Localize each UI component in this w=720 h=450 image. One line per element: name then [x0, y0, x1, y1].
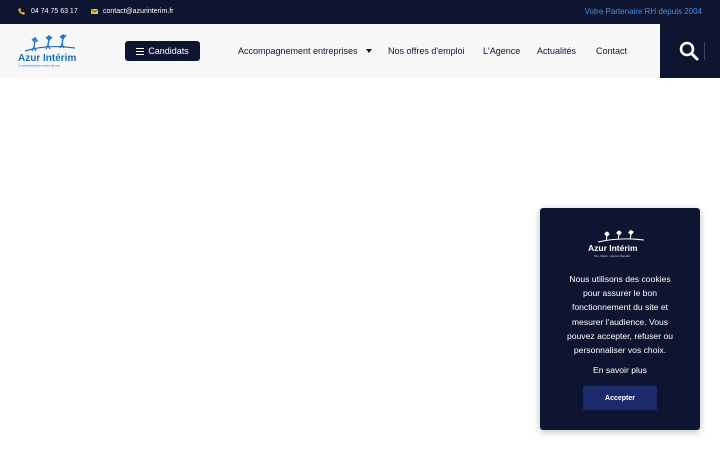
- nav-offres-emploi[interactable]: Nos offres d'emploi: [388, 46, 465, 56]
- cookie-accept-button[interactable]: Accepter: [583, 386, 657, 410]
- cookie-logo-slogan: RH • Intérim • Agence Marseille: [594, 254, 631, 258]
- cookie-logo-name: Azur Intérim: [588, 243, 638, 253]
- phone-contact[interactable]: 04 74 75 63 17: [18, 8, 78, 15]
- cookie-logo-icon: Azur Intérim RH • Intérim • Agence Marse…: [588, 230, 645, 258]
- nav-accompagnement-entreprises[interactable]: Accompagnement entreprises: [238, 46, 373, 56]
- jumping-figures-logo-icon: Azur Intérim Le travail temporaire proch…: [18, 34, 76, 68]
- email-address[interactable]: contact@azurinterim.fr: [103, 8, 174, 15]
- site-logo[interactable]: Azur Intérim Le travail temporaire proch…: [17, 34, 81, 68]
- logo-name: Azur Intérim: [18, 53, 76, 64]
- nav-agence[interactable]: L'Agence: [483, 46, 520, 56]
- nav-contact[interactable]: Contact: [596, 46, 627, 56]
- search-icon: [679, 41, 699, 61]
- phone-icon: [18, 8, 25, 15]
- main-navigation: Azur Intérim Le travail temporaire proch…: [0, 24, 720, 78]
- cookie-message: Nous utilisons des cookies pour assurer …: [566, 274, 674, 356]
- search-button[interactable]: [660, 24, 720, 78]
- caret-down-icon: [366, 49, 373, 53]
- logo-slogan: Le travail temporaire proche de vous: [18, 64, 61, 68]
- nav-accompagnement-label: Accompagnement entreprises: [238, 46, 358, 56]
- candidats-menu-button[interactable]: Candidats: [125, 41, 200, 61]
- envelope-icon: [91, 9, 98, 14]
- email-contact[interactable]: contact@azurinterim.fr: [91, 8, 174, 15]
- tagline: Votre Partenaire RH depuis 2004: [584, 7, 702, 16]
- candidats-label: Candidats: [148, 46, 189, 56]
- cookie-learn-more-link[interactable]: En savoir plus: [540, 365, 700, 375]
- cookie-consent-banner: Azur Intérim RH • Intérim • Agence Marse…: [540, 208, 700, 430]
- search-divider: [704, 42, 705, 60]
- phone-number[interactable]: 04 74 75 63 17: [31, 8, 78, 15]
- nav-actualites[interactable]: Actualités: [537, 46, 576, 56]
- hamburger-icon: [136, 47, 145, 55]
- top-bar: 04 74 75 63 17 contact@azurinterim.fr Vo…: [0, 0, 720, 24]
